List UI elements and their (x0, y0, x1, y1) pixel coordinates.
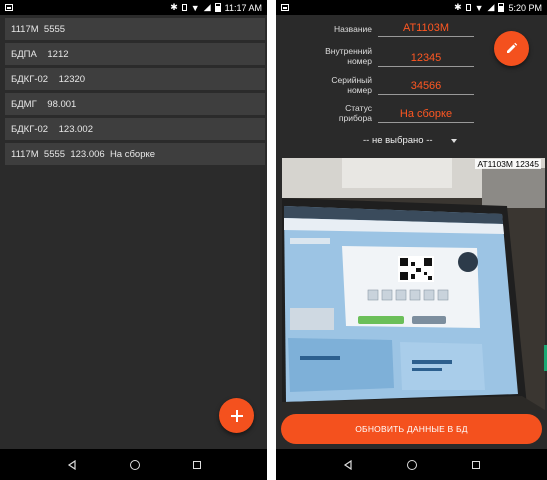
pencil-icon (507, 42, 518, 53)
inner-number-label-line2: номер (347, 56, 372, 66)
inner-number-label-line1: Внутренний (325, 46, 372, 56)
back-icon[interactable] (67, 459, 77, 470)
list-item[interactable]: 1117M 5555 (5, 18, 265, 40)
device-status-label-line2: прибора (338, 113, 372, 123)
battery-icon (214, 3, 221, 12)
right-phone-screen: ✱ ▼ ◢ 5:20 PM Название АТ1103М Внутренни… (276, 0, 547, 480)
back-icon[interactable] (343, 459, 353, 470)
image-notification-icon (5, 4, 13, 11)
vibrate-icon (465, 4, 471, 11)
signal-icon: ◢ (203, 2, 211, 12)
device-status-label: Статус прибора (292, 103, 372, 123)
photo-caption: АТ1103М 12345 (475, 159, 541, 169)
recent-apps-icon[interactable] (471, 460, 480, 469)
battery-icon (498, 3, 505, 12)
navigation-bar (276, 449, 547, 480)
device-photo: АТ1103М 12345 (282, 158, 545, 410)
add-button[interactable] (219, 398, 254, 433)
edit-button[interactable] (494, 31, 529, 66)
list-item[interactable]: БДМГ 98.001 (5, 93, 265, 115)
vibrate-icon (181, 4, 187, 11)
bluetooth-icon: ✱ (170, 2, 178, 12)
dropdown-selected-value: -- не выбрано -- (363, 135, 433, 146)
status-time: 5:20 PM (508, 2, 542, 13)
serial-number-label-line2: номер (347, 85, 372, 95)
camera-photo-image (282, 158, 545, 410)
home-icon[interactable] (129, 459, 140, 470)
inner-number-field[interactable]: 12345 (378, 52, 474, 67)
serial-number-field[interactable]: 34566 (378, 80, 474, 95)
navigation-bar (0, 449, 267, 480)
status-dropdown[interactable]: -- не выбрано -- (363, 135, 457, 146)
chevron-down-icon (450, 138, 457, 143)
update-database-button[interactable]: ОБНОВИТЬ ДАННЫЕ В БД (281, 414, 542, 444)
recent-apps-icon[interactable] (192, 460, 201, 469)
list-item[interactable]: БДКГ-02 123.002 (5, 118, 265, 140)
plus-icon (230, 409, 243, 422)
image-notification-icon (281, 4, 289, 11)
list-item[interactable]: БДПА 1212 (5, 43, 265, 65)
wifi-icon: ▼ (474, 2, 484, 13)
inner-number-label: Внутренний номер (292, 46, 372, 66)
name-label: Название (334, 24, 372, 34)
signal-icon: ◢ (487, 2, 495, 12)
status-time: 11:17 AM (224, 2, 262, 13)
left-phone-screen: ✱ ▼ ◢ 11:17 AM 1117M 5555 БДПА 1212 БДКГ… (0, 0, 267, 480)
serial-number-label-line1: Серийный (331, 75, 372, 85)
device-status-field[interactable]: На сборке (378, 108, 474, 123)
status-bar: ✱ ▼ ◢ 11:17 AM (0, 0, 267, 15)
status-bar: ✱ ▼ ◢ 5:20 PM (276, 0, 547, 15)
name-field[interactable]: АТ1103М (378, 22, 474, 37)
bluetooth-icon: ✱ (454, 2, 462, 12)
wifi-icon: ▼ (190, 2, 200, 13)
home-icon[interactable] (407, 459, 418, 470)
device-list: 1117M 5555 БДПА 1212 БДКГ-02 12320 БДМГ … (5, 18, 265, 168)
device-status-label-line1: Статус (345, 103, 372, 113)
list-item[interactable]: БДКГ-02 12320 (5, 68, 265, 90)
serial-number-label: Серийный номер (292, 75, 372, 95)
list-item[interactable]: 1117M 5555 123.006 На сборке (5, 143, 265, 165)
